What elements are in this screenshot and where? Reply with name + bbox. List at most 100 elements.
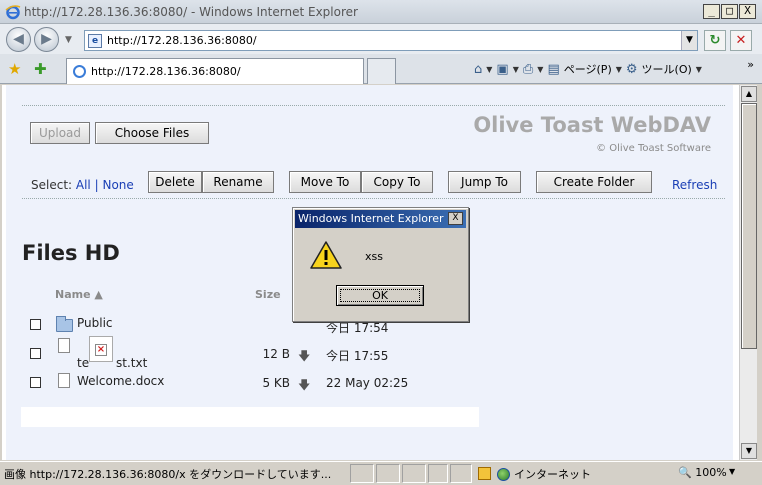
tab-label: http://172.28.136.36:8080/ <box>91 65 241 78</box>
alert-dialog: Windows Internet Explorer X xss OK <box>292 207 469 322</box>
move-to-button[interactable]: Move To <box>289 171 361 193</box>
choose-files-button[interactable]: Choose Files <box>95 122 209 144</box>
delete-button[interactable]: Delete <box>148 171 202 193</box>
create-folder-button[interactable]: Create Folder <box>536 171 652 193</box>
address-dropdown-icon[interactable]: ▼ <box>681 31 697 50</box>
page-dropdown-icon[interactable]: ▼ <box>616 65 622 74</box>
jump-to-button[interactable]: Jump To <box>448 171 521 193</box>
tab-current[interactable]: http://172.28.136.36:8080/ <box>66 58 364 84</box>
file-name-link[interactable]: Welcome.docx <box>77 374 164 388</box>
vertical-scrollbar[interactable]: ▲ ▼ <box>739 85 757 460</box>
internet-explorer-icon <box>5 5 21 20</box>
file-size: 5 KB <box>262 376 290 390</box>
forward-button[interactable]: ▶ <box>34 27 59 52</box>
file-date: 今日 17:55 <box>326 349 389 363</box>
warning-icon <box>310 241 342 269</box>
column-header-name[interactable]: Name ▲ <box>55 288 103 301</box>
download-arrow-icon[interactable]: 🡇 <box>298 376 310 397</box>
zoom-dropdown-icon[interactable]: ▼ <box>729 467 735 476</box>
row-checkbox[interactable] <box>30 348 41 359</box>
home-icon[interactable]: ⌂ <box>474 62 482 77</box>
divider <box>22 105 725 106</box>
back-arrow-icon: ◀ <box>13 31 24 47</box>
scroll-down-arrow-icon[interactable]: ▼ <box>741 443 757 459</box>
broken-image-icon: × <box>89 336 113 362</box>
status-bar: 画像 http://172.28.136.36:8080/x をダウンロードして… <box>0 461 762 485</box>
security-zone[interactable]: インターネット <box>497 466 591 482</box>
file-date: 22 May 02:25 <box>326 376 409 390</box>
status-text: 画像 http://172.28.136.36:8080/x をダウンロードして… <box>4 468 332 481</box>
select-separator: | <box>94 178 99 192</box>
upload-button[interactable]: Upload <box>30 122 90 144</box>
row-checkbox[interactable] <box>30 377 41 388</box>
rename-button[interactable]: Rename <box>202 171 274 193</box>
ok-button[interactable]: OK <box>336 285 424 306</box>
upload-progress-area <box>21 407 479 427</box>
stop-x-icon: ✕ <box>735 33 747 48</box>
file-size: 12 B <box>262 347 290 361</box>
zoom-level[interactable]: 🔍 100% <box>678 466 727 479</box>
zone-label: インターネット <box>514 468 591 481</box>
document-icon <box>58 338 70 353</box>
folder-icon <box>56 316 73 332</box>
forward-arrow-icon: ▶ <box>41 31 52 47</box>
column-header-size[interactable]: Size <box>255 288 281 301</box>
globe-icon <box>497 467 510 481</box>
download-arrow-icon[interactable]: 🡇 <box>298 347 310 368</box>
scrollbar-thumb[interactable] <box>741 103 757 349</box>
table-row: te × st.txt 12 B 🡇 今日 17:55 <box>6 336 733 370</box>
status-pane <box>428 464 448 483</box>
status-pane <box>450 464 472 483</box>
home-dropdown-icon[interactable]: ▼ <box>486 65 492 74</box>
favorites-star-icon[interactable]: ★ <box>8 60 21 78</box>
dialog-titlebar: Windows Internet Explorer X <box>295 210 466 228</box>
tools-dropdown-icon[interactable]: ▼ <box>696 65 702 74</box>
brand-title: Olive Toast WebDAV <box>473 113 711 137</box>
loading-icon <box>73 65 86 78</box>
address-toolbar: ◀ ▶ ▼ e http://172.28.136.36:8080/ ▼ ↻ ✕ <box>0 24 762 54</box>
select-controls: Select: All | None <box>31 178 134 192</box>
page-title: Files HD <box>22 241 120 265</box>
window-title: http://172.28.136.36:8080/ - Windows Int… <box>24 5 358 19</box>
address-input[interactable]: e http://172.28.136.36:8080/ ▼ <box>84 30 698 51</box>
back-button[interactable]: ◀ <box>6 27 31 52</box>
tab-toolbar: ★ ✚ http://172.28.136.36:8080/ ⌂ ▼ ▣ ▼ ⎙ ▼ … <box>0 54 762 84</box>
refresh-arrows-icon: ↻ <box>709 33 721 48</box>
page-menu[interactable]: ページ(P) <box>564 61 612 77</box>
feed-dropdown-icon[interactable]: ▼ <box>513 65 519 74</box>
print-dropdown-icon[interactable]: ▼ <box>537 65 543 74</box>
dialog-close-button[interactable]: X <box>448 212 463 225</box>
protected-mode-icon[interactable] <box>478 467 491 480</box>
scroll-up-arrow-icon[interactable]: ▲ <box>741 86 757 102</box>
chevron-more-icon[interactable]: » <box>747 58 754 71</box>
dialog-title: Windows Internet Explorer <box>298 212 444 225</box>
minimize-button[interactable]: _ <box>703 4 720 19</box>
page-icon: ▤ <box>547 61 560 77</box>
divider <box>22 198 725 199</box>
history-dropdown-icon[interactable]: ▼ <box>65 35 72 45</box>
copy-to-button[interactable]: Copy To <box>361 171 433 193</box>
add-favorite-icon[interactable]: ✚ <box>34 60 47 78</box>
document-icon <box>58 373 70 388</box>
refresh-link[interactable]: Refresh <box>672 178 717 192</box>
select-none-link[interactable]: None <box>102 178 133 192</box>
command-bar: ⌂ ▼ ▣ ▼ ⎙ ▼ ▤ ページ(P) ▼ ⚙ ツール(O) ▼ <box>474 61 702 77</box>
new-tab-button[interactable] <box>367 58 396 84</box>
file-name-link[interactable]: Public <box>77 316 113 330</box>
file-name-prefix[interactable]: te <box>77 356 89 370</box>
tools-menu[interactable]: ツール(O) <box>642 61 692 77</box>
browser-refresh-button[interactable]: ↻ <box>704 30 726 51</box>
status-pane <box>402 464 426 483</box>
maximize-button[interactable]: □ <box>721 4 738 19</box>
close-window-button[interactable]: X <box>739 4 756 19</box>
select-label: Select: <box>31 178 73 192</box>
print-icon[interactable]: ⎙ <box>523 62 533 77</box>
file-name-suffix[interactable]: st.txt <box>116 356 147 370</box>
rss-feed-icon[interactable]: ▣ <box>496 62 508 77</box>
browser-stop-button[interactable]: ✕ <box>730 30 752 51</box>
row-checkbox[interactable] <box>30 319 41 330</box>
address-url[interactable]: http://172.28.136.36:8080/ <box>107 34 257 47</box>
select-all-link[interactable]: All <box>76 178 91 192</box>
zoom-value: 100% <box>695 466 727 479</box>
copyright-text: © Olive Toast Software <box>596 143 711 154</box>
